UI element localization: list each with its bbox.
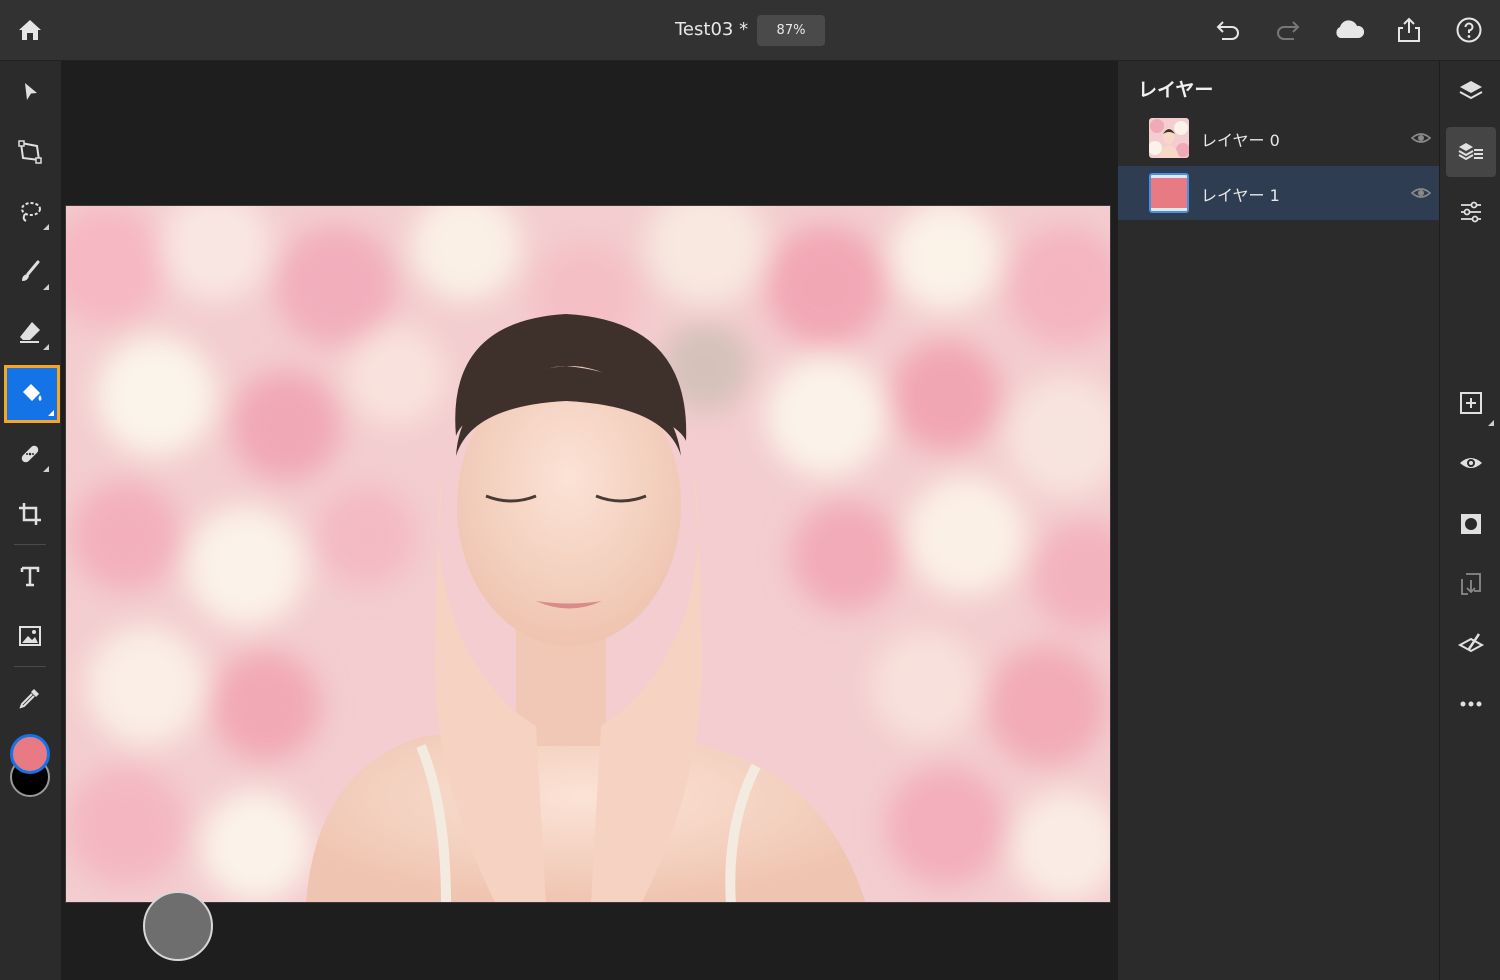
top-bar: Test03 * 87%	[0, 0, 1500, 61]
lasso-icon	[21, 202, 41, 222]
cloud-icon[interactable]	[1331, 15, 1367, 45]
eye-icon[interactable]	[1410, 128, 1432, 148]
eyedropper-tool[interactable]	[8, 676, 52, 720]
submenu-indicator	[1488, 420, 1494, 426]
arrow-icon	[25, 83, 37, 100]
bandage-icon	[21, 445, 39, 463]
layer-name: レイヤー 0	[1201, 131, 1280, 150]
foreground-color-swatch[interactable]	[10, 734, 50, 774]
text-tool[interactable]	[8, 554, 52, 598]
home-icon[interactable]	[16, 16, 44, 44]
canvas-photo[interactable]	[65, 205, 1111, 903]
submenu-indicator	[43, 284, 49, 290]
transform-icon	[18, 140, 42, 164]
submenu-indicator	[43, 344, 49, 350]
adjustments-icon[interactable]	[1446, 187, 1496, 237]
toolbar-divider	[14, 666, 46, 667]
layers-icon[interactable]	[1446, 66, 1496, 116]
brush-icon	[22, 260, 40, 281]
touch-shortcut-button[interactable]	[143, 891, 213, 961]
image-icon	[19, 626, 41, 646]
brush-tool[interactable]	[8, 250, 52, 294]
submenu-indicator	[43, 224, 49, 230]
panel-title: レイヤー	[1138, 79, 1214, 101]
clear-layer-icon[interactable]	[1446, 619, 1496, 669]
merge-down-icon[interactable]	[1446, 559, 1496, 609]
layer-thumbnail	[1149, 118, 1189, 158]
right-toolbar	[1439, 61, 1500, 980]
layers-panel: レイヤー レイヤー 0 レイヤー 1	[1117, 61, 1440, 980]
add-layer-icon[interactable]	[1446, 378, 1496, 428]
document-title: Test03 *	[675, 19, 749, 40]
submenu-indicator	[43, 466, 49, 472]
layer-properties-icon[interactable]	[1446, 127, 1496, 177]
layer-row-0[interactable]: レイヤー 0	[1118, 111, 1440, 165]
submenu-indicator	[48, 410, 54, 416]
paint-bucket-tool[interactable]	[4, 365, 60, 423]
paint-bucket-icon	[23, 384, 42, 401]
more-icon[interactable]	[1446, 679, 1496, 729]
mask-icon[interactable]	[1446, 499, 1496, 549]
lasso-tool[interactable]	[8, 190, 52, 234]
flower-portrait-image	[66, 206, 1110, 902]
eyedropper-icon	[19, 689, 39, 709]
layer-name: レイヤー 1	[1201, 186, 1280, 205]
layer-thumbnail	[1149, 173, 1189, 213]
help-icon[interactable]	[1454, 15, 1484, 45]
crop-tool[interactable]	[8, 492, 52, 536]
zoom-level-button[interactable]: 87%	[757, 15, 825, 46]
eraser-icon	[20, 322, 40, 343]
undo-icon[interactable]	[1213, 15, 1243, 45]
redo-icon[interactable]	[1273, 15, 1303, 45]
place-image-tool[interactable]	[8, 614, 52, 658]
crop-icon	[19, 503, 41, 525]
layer-row-1[interactable]: レイヤー 1	[1118, 166, 1440, 220]
visibility-icon[interactable]	[1446, 438, 1496, 488]
select-tool[interactable]	[8, 70, 52, 114]
toolbar-divider	[14, 544, 46, 545]
left-toolbar	[0, 61, 61, 980]
text-icon	[20, 566, 40, 587]
eraser-tool[interactable]	[8, 310, 52, 354]
healing-tool[interactable]	[8, 432, 52, 476]
eye-icon[interactable]	[1410, 183, 1432, 203]
share-icon[interactable]	[1394, 15, 1424, 45]
transform-tool[interactable]	[8, 130, 52, 174]
